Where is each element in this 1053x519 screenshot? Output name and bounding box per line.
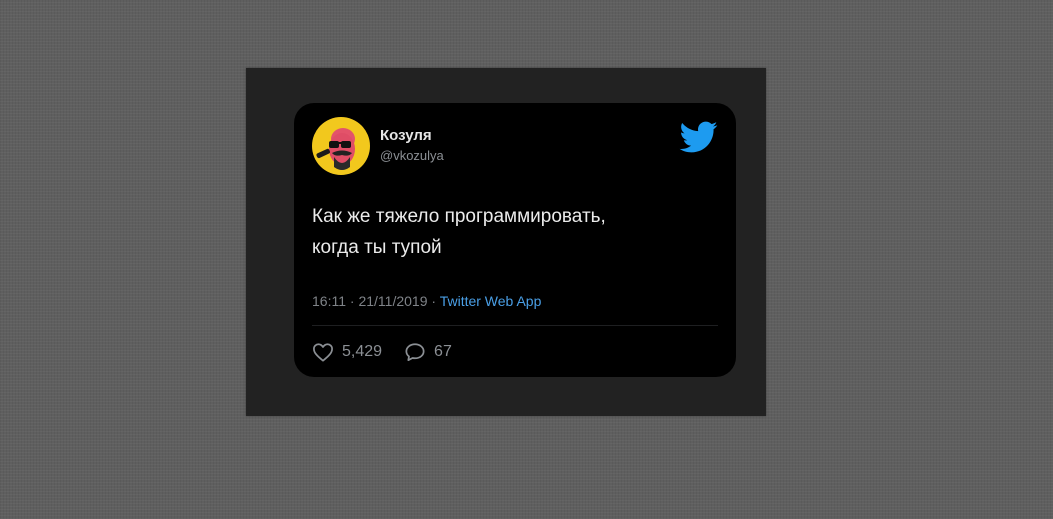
source-app-link[interactable]: Twitter Web App xyxy=(440,293,542,309)
display-name[interactable]: Козуля xyxy=(380,127,432,145)
tweet-card: Козуля @vkozulya Как же тяжело программи… xyxy=(294,103,736,377)
tweet-text-line: Как же тяжело программировать, xyxy=(312,206,606,227)
tweet-date[interactable]: 21/11/2019 xyxy=(358,293,427,309)
tweet-actions: 5,429 67 xyxy=(312,340,452,364)
user-handle[interactable]: @vkozulya xyxy=(380,148,444,164)
tweet-meta: 16:11 · 21/11/2019 · Twitter Web App xyxy=(312,292,541,310)
avatar[interactable] xyxy=(312,117,370,175)
heart-icon xyxy=(313,343,333,362)
meta-separator: · xyxy=(349,293,355,309)
like-count: 5,429 xyxy=(342,343,383,360)
photo-frame: Козуля @vkozulya Как же тяжело программи… xyxy=(246,68,766,416)
twitter-bird-icon[interactable] xyxy=(678,120,718,154)
tweet-text: Как же тяжело программировать, когда ты … xyxy=(312,201,712,263)
tweet-time[interactable]: 16:11 xyxy=(312,293,346,309)
reply-button[interactable]: 67 xyxy=(404,342,452,362)
like-button[interactable]: 5,429 xyxy=(312,342,382,362)
speech-bubble-icon xyxy=(405,343,425,362)
meta-separator: · xyxy=(431,293,437,309)
tweet-text-line: когда ты тупой xyxy=(312,237,442,258)
divider xyxy=(312,325,718,326)
reply-count: 67 xyxy=(434,343,452,360)
